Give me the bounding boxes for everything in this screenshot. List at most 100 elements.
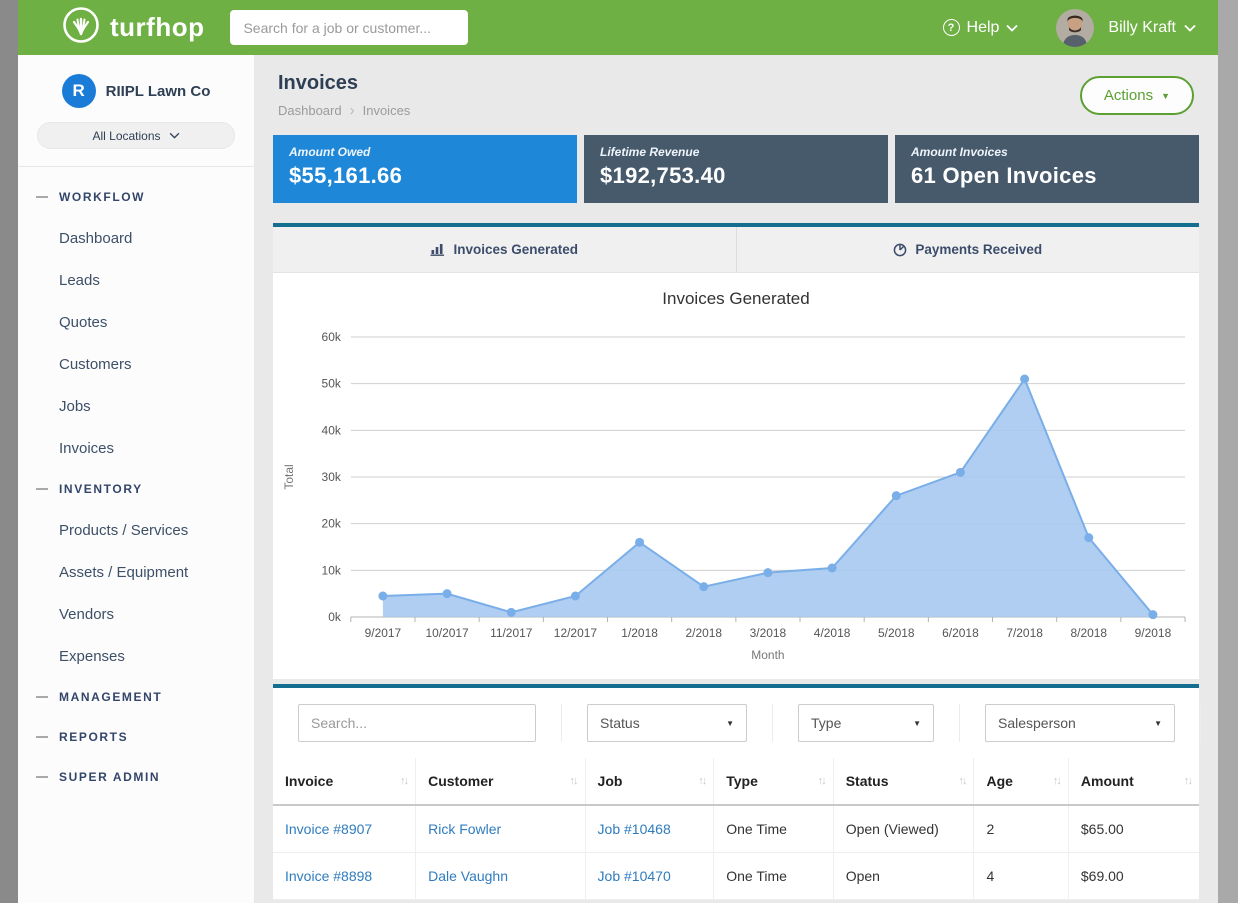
amount-cell: $65.00: [1068, 805, 1199, 853]
caret-down-icon: ▼: [1161, 91, 1170, 101]
sort-icon: ↑↓: [698, 775, 705, 787]
svg-text:8/2018: 8/2018: [1070, 626, 1107, 640]
job-link[interactable]: Job #10468: [598, 821, 671, 837]
sidebar-section-super-admin[interactable]: SUPER ADMIN: [18, 757, 254, 797]
invoice-link[interactable]: Invoice #8898: [285, 868, 372, 884]
job-link[interactable]: Job #10470: [598, 868, 671, 884]
svg-text:7/2018: 7/2018: [1006, 626, 1043, 640]
sort-icon: ↑↓: [1053, 775, 1060, 787]
svg-text:20k: 20k: [322, 517, 341, 531]
pie-chart-icon: [893, 243, 907, 257]
invoices-table-panel: Status ▼ Type ▼ Salesperson ▼: [273, 684, 1199, 900]
actions-button[interactable]: Actions ▼: [1080, 76, 1194, 115]
column-header-amount[interactable]: Amount↑↓: [1068, 758, 1199, 805]
sidebar-item-leads[interactable]: Leads: [18, 259, 254, 301]
dashes-icon: [36, 776, 48, 778]
tab-invoices-generated[interactable]: Invoices Generated: [273, 227, 736, 272]
sidebar-item-jobs[interactable]: Jobs: [18, 385, 254, 427]
svg-text:4/2018: 4/2018: [814, 626, 851, 640]
customer-link[interactable]: Dale Vaughn: [428, 868, 508, 884]
column-header-type[interactable]: Type↑↓: [714, 758, 833, 805]
sidebar-item-assets-equipment[interactable]: Assets / Equipment: [18, 551, 254, 593]
page-header: Invoices Dashboard › Invoices Actions ▼: [273, 55, 1199, 133]
sidebar-item-invoices[interactable]: Invoices: [18, 427, 254, 469]
help-menu[interactable]: ? Help: [943, 19, 1019, 37]
svg-text:9/2018: 9/2018: [1135, 626, 1172, 640]
chart-title: Invoices Generated: [273, 289, 1199, 309]
salesperson-select[interactable]: Salesperson ▼: [985, 704, 1175, 742]
svg-text:1/2018: 1/2018: [621, 626, 658, 640]
breadcrumb-dashboard[interactable]: Dashboard: [278, 103, 342, 118]
chevron-down-icon: [1006, 19, 1018, 37]
type-select[interactable]: Type ▼: [798, 704, 934, 742]
sidebar-item-expenses[interactable]: Expenses: [18, 635, 254, 677]
chevron-down-icon: [169, 132, 180, 139]
table-row: Invoice #8898 Dale Vaughn Job #10470 One…: [273, 853, 1199, 900]
dashes-icon: [36, 488, 48, 490]
dashes-icon: [36, 196, 48, 198]
top-navbar: turfhop ? Help Billy Kra: [18, 0, 1218, 55]
stat-card-amount-invoices: Amount Invoices 61 Open Invoices: [895, 135, 1199, 203]
chart-tabs: Invoices Generated Payments Received: [273, 227, 1199, 273]
breadcrumb-separator: ›: [350, 102, 355, 119]
stat-value: $192,753.40: [600, 163, 872, 189]
sort-icon: ↑↓: [400, 775, 407, 787]
filter-row: Status ▼ Type ▼ Salesperson ▼: [273, 688, 1199, 758]
app-window: turfhop ? Help Billy Kra: [18, 0, 1218, 903]
status-select[interactable]: Status ▼: [587, 704, 747, 742]
sidebar-section-workflow[interactable]: WORKFLOW: [18, 177, 254, 217]
svg-text:Total: Total: [282, 464, 296, 489]
company-header: R RIIPL Lawn Co: [18, 55, 254, 118]
stat-label: Amount Invoices: [911, 145, 1183, 159]
sidebar-section-inventory[interactable]: INVENTORY: [18, 469, 254, 509]
user-avatar[interactable]: [1056, 9, 1094, 47]
sort-icon: ↑↓: [958, 775, 965, 787]
svg-text:0k: 0k: [328, 610, 341, 624]
brand-logo[interactable]: turfhop: [62, 6, 204, 49]
stat-value: 61 Open Invoices: [911, 163, 1183, 189]
column-header-customer[interactable]: Customer↑↓: [416, 758, 585, 805]
filter-cell-button: Filter: [1200, 703, 1218, 743]
global-search-input[interactable]: [230, 10, 468, 45]
right-edge-strip[interactable]: [1218, 0, 1238, 903]
sidebar-item-quotes[interactable]: Quotes: [18, 301, 254, 343]
filter-cell-salesperson: Salesperson ▼: [959, 704, 1200, 742]
breadcrumb-current: Invoices: [363, 103, 411, 118]
bar-chart-icon: [430, 243, 445, 256]
age-cell: 4: [974, 853, 1068, 900]
svg-text:50k: 50k: [322, 377, 341, 391]
column-header-status[interactable]: Status↑↓: [833, 758, 974, 805]
invoice-link[interactable]: Invoice #8907: [285, 821, 372, 837]
tab-payments-received[interactable]: Payments Received: [736, 227, 1200, 272]
svg-text:30k: 30k: [322, 470, 341, 484]
svg-text:40k: 40k: [322, 423, 341, 437]
caret-down-icon: ▼: [913, 719, 921, 728]
caret-down-icon: ▼: [726, 719, 734, 728]
sidebar-section-reports[interactable]: REPORTS: [18, 717, 254, 757]
invoices-table: Invoice↑↓ Customer↑↓ Job↑↓ Type↑↓ Status…: [273, 758, 1199, 900]
svg-text:6/2018: 6/2018: [942, 626, 979, 640]
svg-text:10/2017: 10/2017: [425, 626, 469, 640]
caret-down-icon: ▼: [1154, 719, 1162, 728]
table-search-input[interactable]: [298, 704, 536, 742]
location-selector[interactable]: All Locations: [37, 122, 235, 149]
sidebar-item-products-services[interactable]: Products / Services: [18, 509, 254, 551]
column-header-age[interactable]: Age↑↓: [974, 758, 1068, 805]
column-header-invoice[interactable]: Invoice↑↓: [273, 758, 416, 805]
stat-cards: Amount Owed $55,161.66 Lifetime Revenue …: [273, 135, 1199, 203]
stat-card-lifetime-revenue: Lifetime Revenue $192,753.40: [584, 135, 888, 203]
column-header-job[interactable]: Job↑↓: [585, 758, 714, 805]
customer-link[interactable]: Rick Fowler: [428, 821, 501, 837]
sidebar-item-vendors[interactable]: Vendors: [18, 593, 254, 635]
help-label: Help: [967, 19, 1000, 37]
navbar-right: ? Help Billy Kraft: [943, 9, 1196, 47]
table-row: Invoice #8907 Rick Fowler Job #10468 One…: [273, 805, 1199, 853]
location-selector-label: All Locations: [92, 129, 160, 143]
type-cell: One Time: [714, 853, 833, 900]
sidebar-item-customers[interactable]: Customers: [18, 343, 254, 385]
sidebar-section-management[interactable]: MANAGEMENT: [18, 677, 254, 717]
actions-button-label: Actions: [1104, 87, 1153, 104]
sidebar-item-dashboard[interactable]: Dashboard: [18, 217, 254, 259]
user-menu[interactable]: Billy Kraft: [1108, 19, 1196, 37]
left-edge-strip: [0, 0, 18, 903]
